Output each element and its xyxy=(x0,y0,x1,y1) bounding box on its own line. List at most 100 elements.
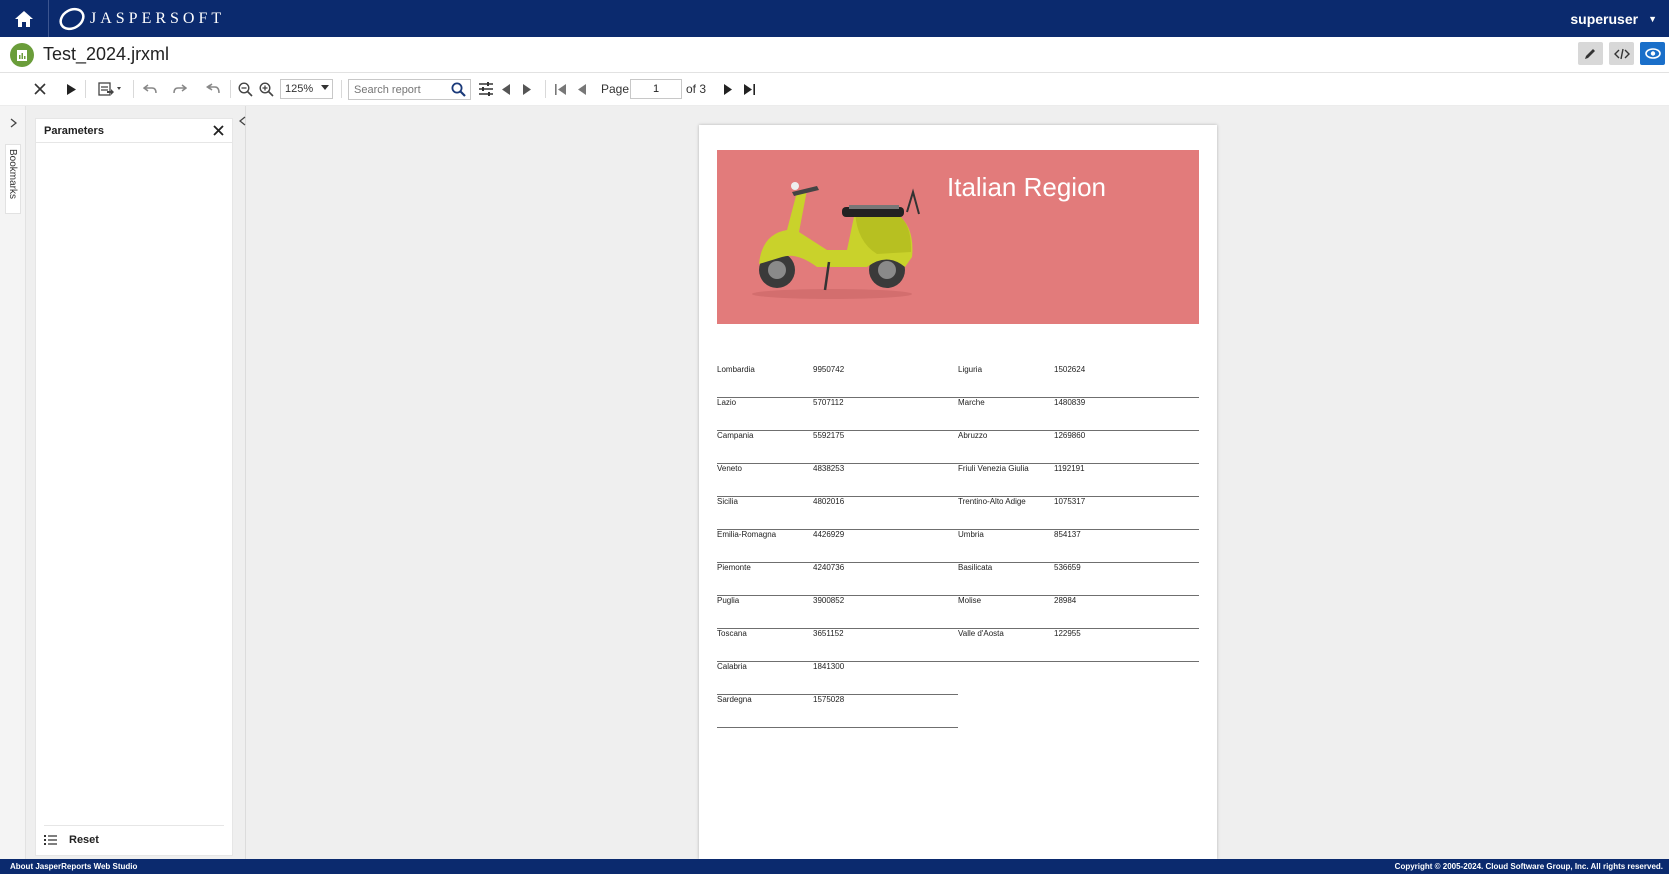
search-options-button[interactable] xyxy=(476,78,496,100)
first-page-button[interactable] xyxy=(552,78,568,100)
user-name: superuser xyxy=(1570,10,1639,27)
expand-bookmarks-button[interactable] xyxy=(6,116,20,130)
search-next-button[interactable] xyxy=(519,78,535,100)
region-population: 4240736 xyxy=(813,563,845,572)
table-row: Valle d'Aosta 122955 xyxy=(958,629,1199,662)
toolbar-divider xyxy=(85,80,86,98)
search-previous-button[interactable] xyxy=(498,78,514,100)
file-title-bar: Test_2024.jrxml xyxy=(0,37,1669,73)
region-name: Liguria xyxy=(958,365,983,374)
region-population: 1075317 xyxy=(1054,497,1086,506)
table-row: Basilicata 536659 xyxy=(958,563,1199,596)
table-row: Friuli Venezia Giulia 1192191 xyxy=(958,464,1199,497)
next-page-button[interactable] xyxy=(720,78,736,100)
jaspersoft-swirl-icon xyxy=(59,7,85,30)
region-name: Umbria xyxy=(958,530,984,539)
report-banner: Italian Region xyxy=(717,150,1199,324)
sliders-icon xyxy=(479,82,493,96)
region-name: Piemonte xyxy=(717,563,751,572)
zoom-out-button[interactable] xyxy=(235,78,255,100)
region-name: Lazio xyxy=(717,398,737,407)
table-row: Veneto 4838253 xyxy=(717,464,958,497)
region-name: Calabria xyxy=(717,662,747,671)
region-population: 1269860 xyxy=(1054,431,1086,440)
bookmarks-tab[interactable]: Bookmarks xyxy=(5,144,21,214)
brand-name: JASPERSOFT xyxy=(90,9,226,27)
region-population: 1480839 xyxy=(1054,398,1086,407)
region-name: Veneto xyxy=(717,464,742,473)
source-view-button[interactable] xyxy=(1609,42,1634,65)
undo-all-button[interactable] xyxy=(203,78,223,100)
close-preview-button[interactable] xyxy=(30,78,50,100)
bookmarks-label: Bookmarks xyxy=(7,149,18,200)
previous-page-button[interactable] xyxy=(574,78,590,100)
toolbar-divider xyxy=(133,80,134,98)
region-population: 1841300 xyxy=(813,662,845,671)
zoom-in-icon xyxy=(258,81,274,97)
about-link[interactable]: About JasperReports Web Studio xyxy=(10,862,137,871)
region-population: 3651152 xyxy=(813,629,844,638)
close-parameters-button[interactable] xyxy=(213,123,224,141)
redo-button[interactable] xyxy=(170,78,190,100)
last-page-button[interactable] xyxy=(741,78,757,100)
parameters-title: Parameters xyxy=(36,119,232,143)
zoom-in-button[interactable] xyxy=(256,78,276,100)
region-name: Marche xyxy=(958,398,985,407)
table-row: Piemonte 4240736 xyxy=(717,563,958,596)
jaspersoft-logo: JASPERSOFT xyxy=(58,5,225,32)
redo-icon xyxy=(173,84,187,94)
close-icon xyxy=(34,83,46,95)
page-number-input[interactable] xyxy=(630,79,682,99)
page-label: Page xyxy=(601,82,630,96)
region-name: Puglia xyxy=(717,596,740,605)
home-button[interactable] xyxy=(0,0,49,37)
reset-label: Reset xyxy=(69,833,99,846)
chevron-down-icon xyxy=(321,85,329,90)
undo-button[interactable] xyxy=(140,78,160,100)
page-count-label: of 3 xyxy=(686,82,707,96)
code-icon xyxy=(1613,48,1630,59)
region-name: Valle d'Aosta xyxy=(958,629,1004,638)
zoom-level-select[interactable]: 125% xyxy=(280,79,333,99)
report-title: Italian Region xyxy=(947,172,1106,202)
export-menu-button[interactable] xyxy=(93,78,127,100)
preview-view-button[interactable] xyxy=(1640,42,1665,65)
preview-area: Bookmarks Parameters Reset Italian Regio… xyxy=(0,106,1669,859)
table-row: Puglia 3900852 xyxy=(717,596,958,629)
chevron-right-icon xyxy=(10,118,17,128)
search-icon[interactable] xyxy=(451,82,466,102)
table-row: Sardegna 1575028 xyxy=(717,695,958,728)
pencil-icon xyxy=(1585,49,1595,59)
table-row: Calabria 1841300 xyxy=(717,662,958,695)
region-name: Friuli Venezia Giulia xyxy=(958,464,1029,473)
run-report-button[interactable] xyxy=(61,78,81,100)
table-row: Campania 5592175 xyxy=(717,431,958,464)
parameters-panel: Parameters Reset xyxy=(35,118,233,856)
search-input[interactable] xyxy=(349,80,445,100)
zoom-out-icon xyxy=(237,81,253,97)
design-view-button[interactable] xyxy=(1578,42,1603,65)
region-population: 1575028 xyxy=(813,695,845,704)
region-population: 4802016 xyxy=(813,497,845,506)
report-page: Italian Region Lombardia 9950742 Lazio 5707… xyxy=(699,125,1217,859)
file-title: Test_2024.jrxml xyxy=(43,44,170,64)
chevron-left-icon xyxy=(502,83,510,95)
region-population: 9950742 xyxy=(813,365,845,374)
region-name: Campania xyxy=(717,431,754,440)
region-name: Lombardia xyxy=(717,365,755,374)
top-navigation-bar: JASPERSOFT superuser ▼ xyxy=(0,0,1669,37)
table-row: Lazio 5707112 xyxy=(717,398,958,431)
undo-all-icon xyxy=(206,83,220,94)
region-name: Sicilia xyxy=(717,497,738,506)
panel-splitter[interactable] xyxy=(238,106,246,859)
reset-parameters-button[interactable]: Reset xyxy=(44,825,224,847)
user-menu[interactable]: superuser ▼ xyxy=(1570,0,1657,37)
region-name: Toscana xyxy=(717,629,747,638)
table-row: Marche 1480839 xyxy=(958,398,1199,431)
chevron-left-icon xyxy=(578,83,586,95)
table-row: Emilia-Romagna 4426929 xyxy=(717,530,958,563)
region-name: Abruzzo xyxy=(958,431,988,440)
bookmarks-strip: Bookmarks xyxy=(0,106,26,859)
region-population: 5592175 xyxy=(813,431,845,440)
region-population: 122955 xyxy=(1054,629,1081,638)
